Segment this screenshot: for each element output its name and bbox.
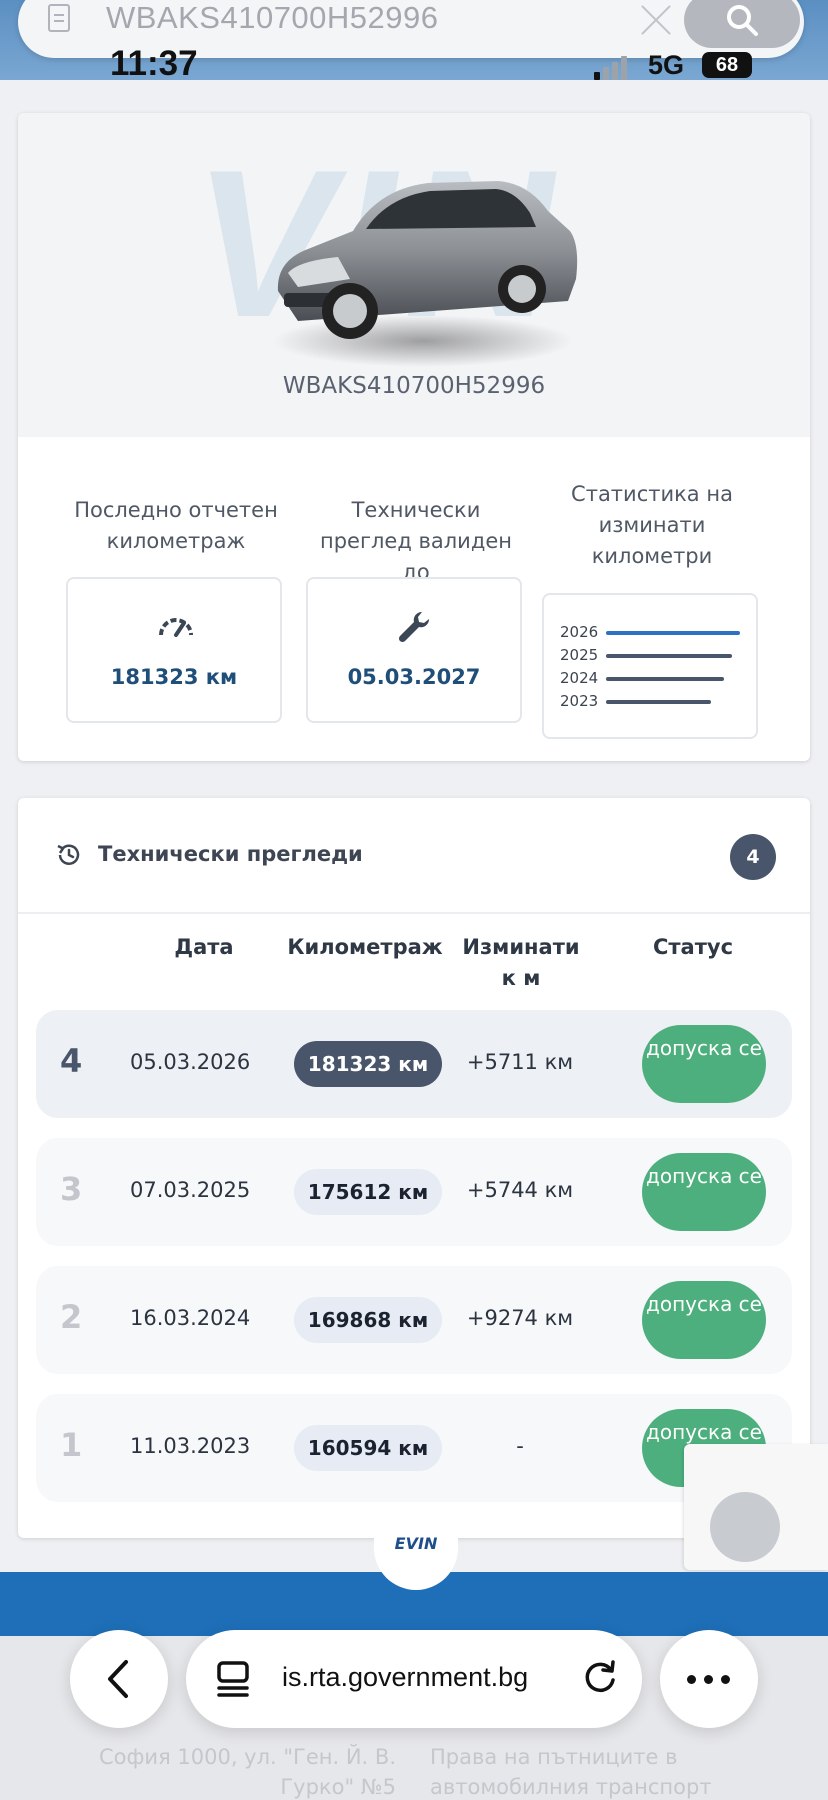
row-number: 2 <box>60 1298 83 1336</box>
row-mileage-badge: 181323 км <box>294 1041 442 1087</box>
url-bar[interactable]: is.rta.government.bg <box>186 1630 642 1728</box>
inspections-card: Технически прегледи 4 Дата Километраж Из… <box>18 798 810 1538</box>
reload-icon[interactable] <box>580 1658 620 1698</box>
footer-address: София 1000, ул. "Ген. Й. В. Гурко" №5 <box>98 1745 396 1799</box>
inspection-valid-box: 05.03.2027 <box>306 577 522 723</box>
vehicle-card: VIN WBAKS410700H52 <box>18 113 810 761</box>
url-text[interactable]: is.rta.government.bg <box>282 1662 528 1693</box>
mileage-mini-chart[interactable]: 2026 2025 2024 2023 <box>542 593 758 739</box>
inspection-valid-label: Технически преглед валиден до <box>319 498 513 584</box>
status-indicators: 5G 68 <box>594 50 754 80</box>
row-number: 1 <box>60 1426 83 1464</box>
history-icon <box>57 844 80 865</box>
row-date: 07.03.2025 <box>130 1178 251 1202</box>
mileage-statistics[interactable]: Статистика на изминати километри 2026 202… <box>542 479 762 739</box>
row-date: 16.03.2024 <box>130 1306 251 1330</box>
mini-chart-bar <box>606 700 711 704</box>
clear-icon[interactable] <box>636 0 676 40</box>
row-status-badge: допуска се <box>642 1281 766 1359</box>
mileage-box: 181323 км <box>66 577 282 723</box>
mini-chart-year: 2026 <box>560 623 599 641</box>
mini-chart-year: 2023 <box>560 692 599 710</box>
mini-chart-year: 2024 <box>560 669 599 687</box>
row-date: 05.03.2026 <box>130 1050 251 1074</box>
row-traveled: +5711 км <box>466 1050 574 1074</box>
vehicle-hero: VIN WBAKS410700H52 <box>18 113 810 437</box>
column-header-date: Дата <box>174 935 234 959</box>
evin-logo: EVIN <box>394 1534 438 1553</box>
mini-chart-bar <box>606 654 732 658</box>
more-button[interactable] <box>660 1630 758 1728</box>
back-icon <box>108 1660 128 1698</box>
battery-indicator: 68 <box>702 52 752 78</box>
vin-caption: WBAKS410700H52996 <box>282 373 546 399</box>
row-date: 11.03.2023 <box>130 1434 251 1458</box>
footer-agency[interactable]: Права на пътниците в автомобилния трансп… <box>430 1742 730 1800</box>
row-status-badge: допуска се <box>642 1153 766 1231</box>
row-number: 3 <box>60 1170 83 1208</box>
document-icon <box>48 4 70 32</box>
row-number: 4 <box>60 1042 83 1080</box>
search-icon <box>727 5 758 36</box>
inspections-header: Технически прегледи 4 <box>18 798 810 914</box>
inspections-count-badge: 4 <box>730 834 776 880</box>
row-traveled: +5744 км <box>466 1178 574 1202</box>
back-button[interactable] <box>70 1630 168 1728</box>
tabs-icon[interactable] <box>216 1660 250 1698</box>
row-status-badge: допуска се <box>642 1025 766 1103</box>
inspection-row[interactable]: 3 07.03.2025 175612 км +5744 км допуска се <box>36 1138 792 1246</box>
search-input[interactable]: WBAKS410700H52996 <box>106 0 439 36</box>
inspections-title: Технически прегледи <box>98 842 363 866</box>
wrench-icon <box>398 611 430 643</box>
inspection-valid-stat: Технически преглед валиден до 05.03.2027 <box>306 479 526 723</box>
search-button[interactable] <box>684 0 800 48</box>
inspection-row[interactable]: 4 05.03.2026 181323 км +5711 км допуска се <box>36 1010 792 1118</box>
side-widget[interactable] <box>684 1444 828 1570</box>
mini-chart-bar <box>606 631 740 635</box>
status-time: 11:37 <box>110 44 198 83</box>
column-header-mileage: Километраж <box>287 935 443 959</box>
car-image <box>273 181 578 367</box>
row-mileage-badge: 169868 км <box>294 1297 442 1343</box>
row-mileage-badge: 160594 км <box>294 1425 442 1471</box>
inspection-row[interactable]: 1 11.03.2023 160594 км - допуска се <box>36 1394 792 1502</box>
inspection-row[interactable]: 2 16.03.2024 169868 км +9274 км допуска се <box>36 1266 792 1374</box>
mini-chart-bar <box>606 677 724 681</box>
inspection-valid-value: 05.03.2027 <box>347 665 481 689</box>
mini-chart-year: 2025 <box>560 646 599 664</box>
mileage-statistics-label: Статистика на изминати километри <box>571 482 733 568</box>
mileage-stat: Последно отчетен километраж 181323 км <box>66 479 286 723</box>
mileage-label: Последно отчетен километраж <box>74 498 278 553</box>
column-header-status: Статус <box>652 935 734 959</box>
row-traveled: - <box>516 1434 524 1458</box>
row-traveled: +9274 км <box>466 1306 574 1330</box>
gauge-icon <box>159 618 193 637</box>
row-mileage-badge: 175612 км <box>294 1169 442 1215</box>
column-header-traveled: Изминати к м <box>462 935 580 990</box>
mileage-value: 181323 км <box>110 665 238 689</box>
side-widget-button[interactable] <box>710 1492 780 1562</box>
network-label: 5G <box>648 50 685 80</box>
